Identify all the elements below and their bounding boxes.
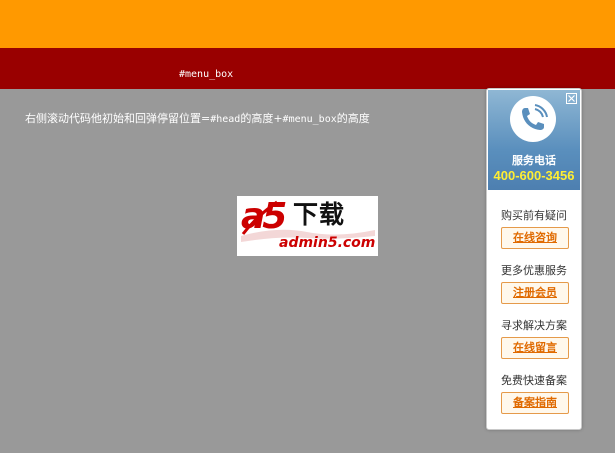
phone-icon [510, 96, 556, 142]
service-panel: 服务电话 400-600-3456 购买前有疑问 在线咨询 更多优惠服务 注册会… [486, 88, 582, 430]
close-icon[interactable] [566, 93, 577, 104]
phone-number: 400-600-3456 [493, 168, 575, 183]
description-part2: 他初始和回弹停留位置= [91, 112, 211, 125]
question-label-4: 免费快速备案 [501, 374, 567, 387]
filing-guide-button[interactable]: 备案指南 [501, 392, 569, 414]
logo-domain-text: admin5.com [279, 235, 376, 251]
description-part4: 的高度 [336, 112, 370, 125]
question-label-1: 购买前有疑问 [501, 209, 567, 222]
description-code-head: #head [210, 114, 241, 125]
phone-header: 服务电话 400-600-3456 [488, 90, 580, 190]
description-text: 右侧滚动代码他初始和回弹停留位置=#head的高度+#menu_box的高度 [25, 110, 370, 126]
logo-xiazai-text: 下载 [293, 200, 346, 229]
online-consult-button[interactable]: 在线咨询 [501, 227, 569, 249]
service-phone-label: 服务电话 [512, 154, 556, 167]
menu-box: #menu_box [0, 48, 615, 89]
head-bar [0, 0, 615, 48]
question-label-2: 更多优惠服务 [501, 264, 567, 277]
a5-logo: a5 下载 admin5.com [237, 196, 378, 256]
menu-box-label: #menu_box [179, 69, 234, 80]
online-message-button[interactable]: 在线留言 [501, 337, 569, 359]
question-label-3: 寻求解决方案 [501, 319, 567, 332]
description-code-menu: #menu_box [282, 114, 337, 125]
description-part1: 右侧滚动代码 [25, 112, 91, 125]
logo-a5-text: a5 [241, 196, 287, 237]
register-member-button[interactable]: 注册会员 [501, 282, 569, 304]
description-part3: 的高度+ [240, 112, 283, 125]
